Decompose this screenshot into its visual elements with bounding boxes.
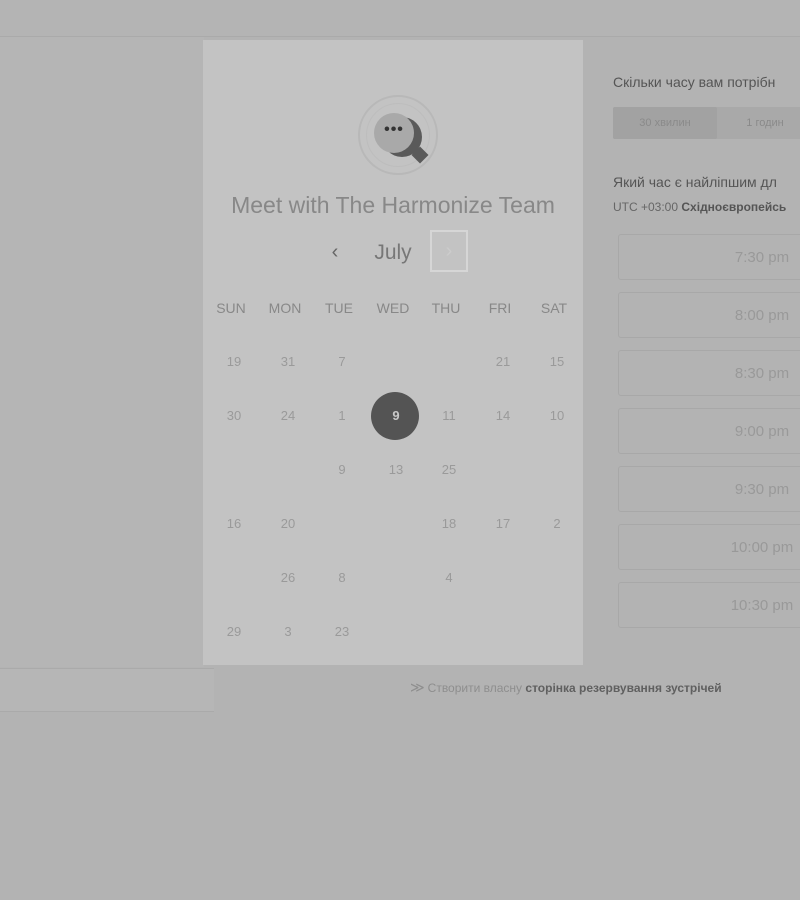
weekday-tue: TUE — [325, 300, 353, 316]
calendar-day-label: 1 — [338, 408, 346, 423]
time-slot-label: 8:00 pm — [734, 307, 790, 324]
calendar-day-label: 25 — [441, 462, 457, 477]
weekday-wed: WED — [376, 300, 410, 316]
time-heading: Який час є найліпшим дл — [613, 174, 777, 190]
calendar-day[interactable]: 23 — [315, 605, 369, 659]
timezone-name: Східноєвропейсь — [681, 200, 787, 214]
time-slot-button[interactable]: 9:00 pm — [618, 408, 800, 454]
time-slot-label: 10:30 pm — [730, 597, 794, 614]
calendar-day[interactable]: 1 — [315, 389, 369, 443]
weekday-fri: FRI — [488, 300, 512, 316]
calendar-day[interactable]: 15 — [530, 335, 584, 389]
calendar-day[interactable]: 17 — [476, 497, 530, 551]
calendar-card: ••• Meet with The Harmonize Team ‹ July … — [203, 40, 583, 665]
time-slot-button[interactable]: 9:30 pm — [618, 466, 800, 512]
calendar-day-label: 29 — [226, 624, 242, 639]
calendar-day-label: 20 — [280, 516, 296, 531]
time-slot-button[interactable]: 10:30 pm — [618, 582, 800, 628]
calendar-day[interactable]: 13 — [369, 443, 423, 497]
calendar-day-label: 15 — [549, 354, 565, 369]
duration-30min-option[interactable]: 30 хвилин — [613, 107, 717, 139]
footer-link-text: Створити власну — [427, 681, 523, 695]
time-slot-button[interactable]: 8:00 pm — [618, 292, 800, 338]
time-slot-label: 10:00 pm — [730, 539, 794, 556]
chat-dots-icon: ••• — [374, 113, 414, 153]
time-slot-button[interactable]: 7:30 pm — [618, 234, 800, 280]
time-slot-button[interactable]: 10:00 pm — [618, 524, 800, 570]
calendar-day[interactable]: 26 — [261, 551, 315, 605]
calendar-day-label: 7 — [338, 354, 346, 369]
calendar-day[interactable]: 9 — [315, 443, 369, 497]
calendar-day-label: 23 — [334, 624, 350, 639]
create-booking-page-link[interactable]: ≫ Створити власну сторінка резервування з… — [410, 679, 722, 696]
calendar-day[interactable]: 7 — [315, 335, 369, 389]
time-slot-label: 8:30 pm — [734, 365, 790, 382]
weekday-sat: SAT — [540, 300, 568, 316]
calendar-day[interactable]: 30 — [207, 389, 261, 443]
calendar-day-label: 2 — [553, 516, 561, 531]
calendar-day-label: 17 — [495, 516, 511, 531]
left-footer-strip — [0, 668, 214, 712]
calendar-day[interactable]: 19 — [207, 335, 261, 389]
calendar-day[interactable]: 10 — [530, 389, 584, 443]
duration-selector: 30 хвилин 1 годин — [613, 107, 800, 139]
duration-heading: Скільки часу вам потрібн — [613, 74, 776, 90]
prev-month-button[interactable]: ‹ — [323, 238, 347, 266]
calendar-day[interactable]: 18 — [422, 497, 476, 551]
calendar-day[interactable]: 14 — [476, 389, 530, 443]
calendar-day-label: 14 — [495, 408, 511, 423]
calendar-day-label: 16 — [226, 516, 242, 531]
double-chevron-icon: ≫ — [410, 679, 425, 695]
calendar-day-label: 18 — [441, 516, 457, 531]
calendar-day[interactable]: 2 — [530, 497, 584, 551]
calendar-day-label: 19 — [226, 354, 242, 369]
team-logo: ••• — [358, 95, 438, 175]
calendar-day-label: 10 — [549, 408, 565, 423]
calendar-day[interactable]: 24 — [261, 389, 315, 443]
calendar-day-label: 4 — [445, 570, 453, 585]
calendar-day-label: 30 — [226, 408, 242, 423]
calendar-day-label: 3 — [284, 624, 292, 639]
calendar-day-label: 8 — [338, 570, 346, 585]
calendar-day[interactable]: 3 — [261, 605, 315, 659]
calendar-day-label: 24 — [280, 408, 296, 423]
calendar-day-label: 21 — [495, 354, 511, 369]
calendar-day[interactable]: 20 — [261, 497, 315, 551]
next-month-button[interactable]: › — [430, 230, 468, 272]
left-panel — [0, 37, 204, 667]
calendar-day[interactable]: 16 — [207, 497, 261, 551]
calendar-day-label: 9 — [392, 408, 400, 423]
calendar-day[interactable]: 25 — [422, 443, 476, 497]
timezone-label: UTC +03:00 Східноєвропейсь — [613, 200, 786, 214]
time-slot-label: 9:30 pm — [734, 481, 790, 498]
calendar-day[interactable]: 29 — [207, 605, 261, 659]
weekday-sun: SUN — [216, 300, 246, 316]
logo-dots: ••• — [384, 121, 404, 138]
calendar-day[interactable]: 21 — [476, 335, 530, 389]
calendar-day-selected[interactable]: 9 — [369, 389, 423, 443]
calendar-day-label: 26 — [280, 570, 296, 585]
time-slot-label: 7:30 pm — [734, 249, 790, 266]
calendar-day[interactable]: 4 — [422, 551, 476, 605]
month-label: July — [374, 241, 412, 264]
weekday-thu: THU — [431, 300, 461, 316]
calendar-day-label: 11 — [442, 408, 456, 423]
top-bar — [0, 0, 800, 37]
time-slot-button[interactable]: 8:30 pm — [618, 350, 800, 396]
calendar-day[interactable]: 31 — [261, 335, 315, 389]
weekday-mon: MON — [268, 300, 302, 316]
timezone-offset: UTC +03:00 — [613, 200, 679, 214]
calendar-day-label: 9 — [338, 462, 346, 477]
calendar-day-label: 31 — [280, 354, 296, 369]
page-title: Meet with The Harmonize Team — [231, 192, 555, 218]
calendar-day-label: 13 — [388, 462, 404, 477]
calendar-day[interactable]: 11 — [422, 389, 476, 443]
footer-link-bold: сторінка резервування зустрічей — [525, 681, 722, 695]
time-slot-label: 9:00 pm — [734, 423, 790, 440]
calendar-day[interactable]: 8 — [315, 551, 369, 605]
duration-1hour-option[interactable]: 1 годин — [717, 107, 800, 139]
